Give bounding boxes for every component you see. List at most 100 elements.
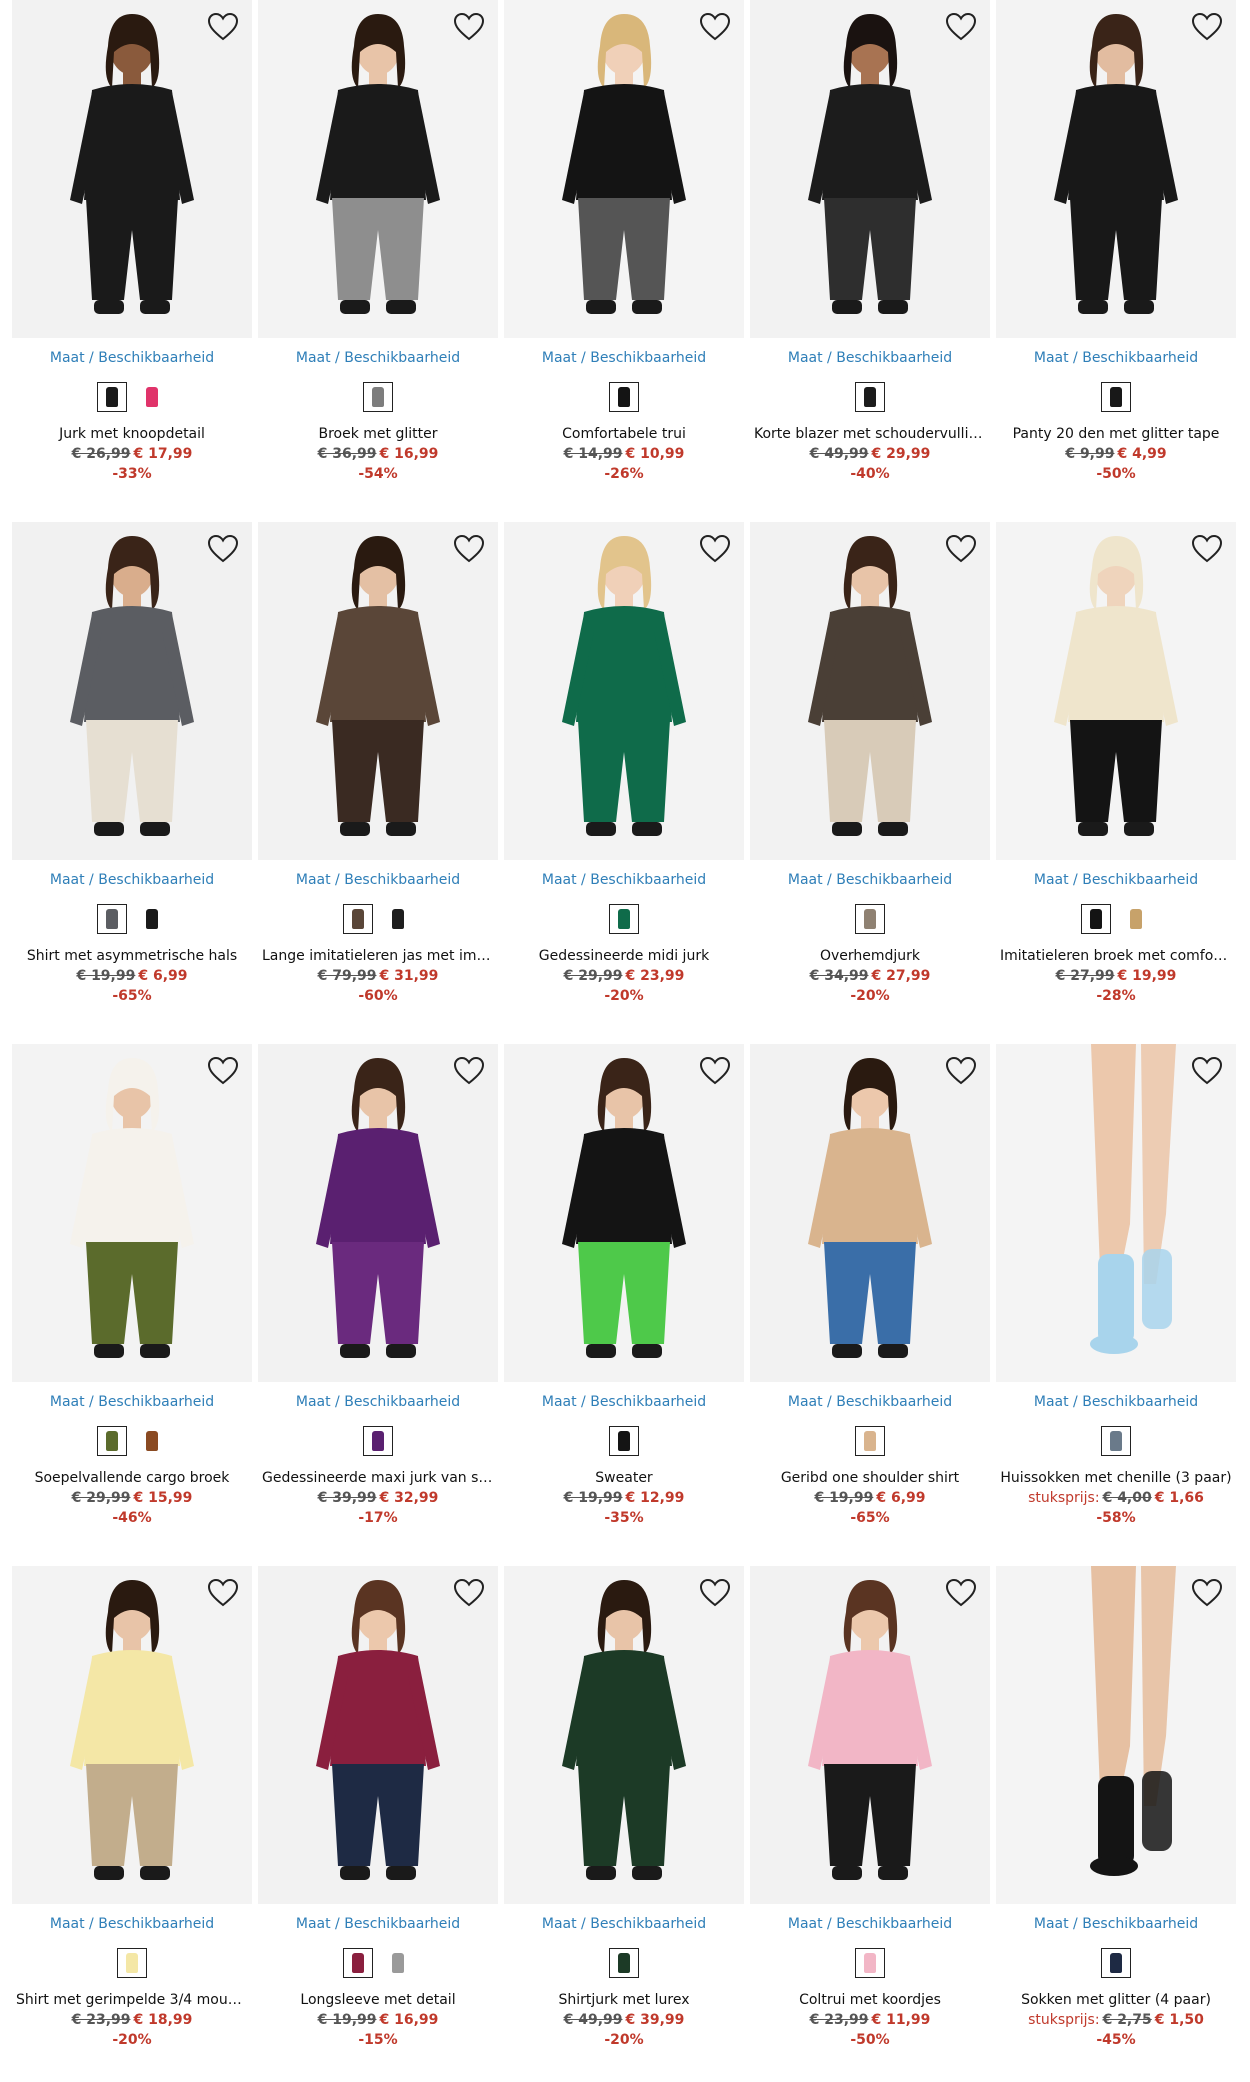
product-card[interactable]: Maat / Beschikbaarheid Korte blazer met … [750, 0, 990, 522]
product-card[interactable]: Maat / Beschikbaarheid Gedessineerde mid… [504, 522, 744, 1044]
product-card[interactable]: Maat / Beschikbaarheid Shirtjurk met lur… [504, 1566, 744, 2082]
size-availability-link[interactable]: Maat / Beschikbaarheid [996, 1916, 1236, 1932]
product-name[interactable]: Shirtjurk met lurex [504, 1992, 744, 2008]
color-swatch[interactable] [1101, 382, 1131, 412]
wishlist-heart-icon[interactable] [944, 532, 978, 566]
wishlist-heart-icon[interactable] [206, 532, 240, 566]
product-name[interactable]: Broek met glitter [258, 426, 498, 442]
product-image[interactable] [12, 522, 252, 860]
product-card[interactable]: Maat / Beschikbaarheid Sweater € 19,99 € … [504, 1044, 744, 1566]
product-image[interactable] [504, 0, 744, 338]
size-availability-link[interactable]: Maat / Beschikbaarheid [258, 872, 498, 888]
wishlist-heart-icon[interactable] [698, 1576, 732, 1610]
product-image[interactable] [996, 0, 1236, 338]
product-image[interactable] [12, 0, 252, 338]
size-availability-link[interactable]: Maat / Beschikbaarheid [504, 1394, 744, 1410]
wishlist-heart-icon[interactable] [206, 10, 240, 44]
product-card[interactable]: Maat / Beschikbaarheid Huissokken met ch… [996, 1044, 1236, 1566]
color-swatch[interactable] [363, 1426, 393, 1456]
product-image[interactable] [750, 1044, 990, 1382]
product-image[interactable] [750, 0, 990, 338]
product-name[interactable]: Huissokken met chenille (3 paar) [996, 1470, 1236, 1486]
wishlist-heart-icon[interactable] [698, 532, 732, 566]
color-swatch[interactable] [137, 904, 167, 934]
product-card[interactable]: Maat / Beschikbaarheid Sokken met glitte… [996, 1566, 1236, 2082]
product-name[interactable]: Overhemdjurk [750, 948, 990, 964]
size-availability-link[interactable]: Maat / Beschikbaarheid [258, 350, 498, 366]
product-card[interactable]: Maat / Beschikbaarheid Soepelvallende ca… [12, 1044, 252, 1566]
product-card[interactable]: Maat / Beschikbaarheid Jurk met knoopdet… [12, 0, 252, 522]
product-image[interactable] [750, 522, 990, 860]
wishlist-heart-icon[interactable] [698, 1054, 732, 1088]
wishlist-heart-icon[interactable] [944, 10, 978, 44]
product-card[interactable]: Maat / Beschikbaarheid Shirt met gerimpe… [12, 1566, 252, 2082]
size-availability-link[interactable]: Maat / Beschikbaarheid [750, 350, 990, 366]
color-swatch[interactable] [1121, 904, 1151, 934]
wishlist-heart-icon[interactable] [944, 1054, 978, 1088]
product-name[interactable]: Coltrui met koordjes [750, 1992, 990, 2008]
product-image[interactable] [258, 1044, 498, 1382]
product-name[interactable]: Korte blazer met schoudervullingen [750, 426, 990, 442]
product-card[interactable]: Maat / Beschikbaarheid Lange imitatieler… [258, 522, 498, 1044]
size-availability-link[interactable]: Maat / Beschikbaarheid [504, 1916, 744, 1932]
color-swatch[interactable] [117, 1948, 147, 1978]
size-availability-link[interactable]: Maat / Beschikbaarheid [750, 1916, 990, 1932]
product-name[interactable]: Comfortabele trui [504, 426, 744, 442]
product-image[interactable] [504, 1566, 744, 1904]
color-swatch[interactable] [855, 1948, 885, 1978]
color-swatch[interactable] [97, 904, 127, 934]
color-swatch[interactable] [609, 904, 639, 934]
product-name[interactable]: Soepelvallende cargo broek [12, 1470, 252, 1486]
product-name[interactable]: Longsleeve met detail [258, 1992, 498, 2008]
wishlist-heart-icon[interactable] [452, 532, 486, 566]
color-swatch[interactable] [343, 904, 373, 934]
size-availability-link[interactable]: Maat / Beschikbaarheid [258, 1394, 498, 1410]
size-availability-link[interactable]: Maat / Beschikbaarheid [504, 350, 744, 366]
wishlist-heart-icon[interactable] [206, 1576, 240, 1610]
size-availability-link[interactable]: Maat / Beschikbaarheid [12, 1916, 252, 1932]
color-swatch[interactable] [97, 1426, 127, 1456]
color-swatch[interactable] [609, 1948, 639, 1978]
product-name[interactable]: Sweater [504, 1470, 744, 1486]
wishlist-heart-icon[interactable] [944, 1576, 978, 1610]
size-availability-link[interactable]: Maat / Beschikbaarheid [750, 1394, 990, 1410]
color-swatch[interactable] [363, 382, 393, 412]
product-name[interactable]: Jurk met knoopdetail [12, 426, 252, 442]
product-image[interactable] [12, 1566, 252, 1904]
size-availability-link[interactable]: Maat / Beschikbaarheid [12, 1394, 252, 1410]
product-card[interactable]: Maat / Beschikbaarheid Coltrui met koord… [750, 1566, 990, 2082]
wishlist-heart-icon[interactable] [452, 1054, 486, 1088]
size-availability-link[interactable]: Maat / Beschikbaarheid [504, 872, 744, 888]
product-name[interactable]: Geribd one shoulder shirt [750, 1470, 990, 1486]
color-swatch[interactable] [343, 1948, 373, 1978]
color-swatch[interactable] [609, 1426, 639, 1456]
color-swatch[interactable] [137, 382, 167, 412]
size-availability-link[interactable]: Maat / Beschikbaarheid [12, 350, 252, 366]
product-image[interactable] [996, 522, 1236, 860]
wishlist-heart-icon[interactable] [452, 10, 486, 44]
product-card[interactable]: Maat / Beschikbaarheid Imitatieleren bro… [996, 522, 1236, 1044]
wishlist-heart-icon[interactable] [1190, 1054, 1224, 1088]
product-image[interactable] [996, 1566, 1236, 1904]
product-name[interactable]: Shirt met gerimpelde 3/4 mouwen [12, 1992, 252, 2008]
product-card[interactable]: Maat / Beschikbaarheid Broek met glitter… [258, 0, 498, 522]
wishlist-heart-icon[interactable] [452, 1576, 486, 1610]
wishlist-heart-icon[interactable] [698, 10, 732, 44]
product-image[interactable] [996, 1044, 1236, 1382]
size-availability-link[interactable]: Maat / Beschikbaarheid [996, 350, 1236, 366]
product-card[interactable]: Maat / Beschikbaarheid Geribd one should… [750, 1044, 990, 1566]
size-availability-link[interactable]: Maat / Beschikbaarheid [750, 872, 990, 888]
color-swatch[interactable] [855, 1426, 885, 1456]
product-name[interactable]: Gedessineerde maxi jurk van soepele visc… [258, 1470, 498, 1486]
color-swatch[interactable] [137, 1426, 167, 1456]
color-swatch[interactable] [97, 382, 127, 412]
product-name[interactable]: Gedessineerde midi jurk [504, 948, 744, 964]
product-image[interactable] [12, 1044, 252, 1382]
size-availability-link[interactable]: Maat / Beschikbaarheid [12, 872, 252, 888]
color-swatch[interactable] [383, 904, 413, 934]
color-swatch[interactable] [1101, 1426, 1131, 1456]
product-card[interactable]: Maat / Beschikbaarheid Gedessineerde max… [258, 1044, 498, 1566]
color-swatch[interactable] [1081, 904, 1111, 934]
product-card[interactable]: Maat / Beschikbaarheid Overhemdjurk € 34… [750, 522, 990, 1044]
wishlist-heart-icon[interactable] [1190, 532, 1224, 566]
